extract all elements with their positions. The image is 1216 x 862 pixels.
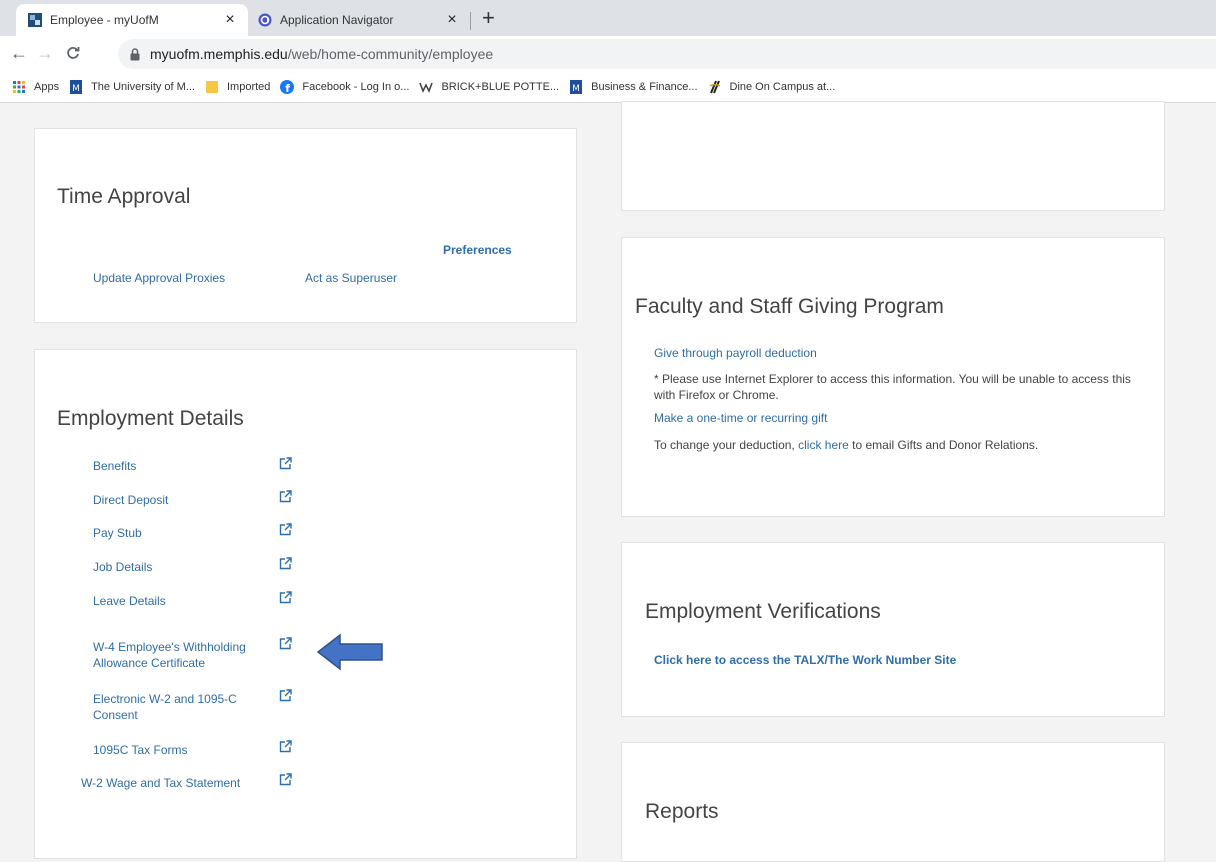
url-host: myuofm.memphis.edu bbox=[150, 46, 288, 62]
update-approval-proxies-link[interactable]: Update Approval Proxies bbox=[93, 271, 225, 285]
tab-employee-myuofm[interactable]: Employee - myUofM × bbox=[16, 4, 248, 36]
external-link-icon[interactable] bbox=[279, 773, 292, 786]
bookmark-label: Imported bbox=[227, 81, 271, 93]
electronic-w2-link-line1[interactable]: Electronic W-2 and 1095-C bbox=[93, 692, 237, 706]
svg-text:f: f bbox=[286, 82, 291, 94]
external-link-icon[interactable] bbox=[279, 689, 292, 702]
direct-deposit-link[interactable]: Direct Deposit bbox=[93, 493, 168, 507]
giving-program-card: Faculty and Staff Giving Program Give th… bbox=[621, 237, 1165, 517]
change-prefix: To change your deduction, bbox=[654, 438, 795, 452]
change-deduction-text: To change your deduction, click here to … bbox=[654, 437, 1038, 453]
bookmark-label: Business & Finance... bbox=[591, 81, 698, 93]
external-link-icon[interactable] bbox=[279, 740, 292, 753]
uofm-icon: M bbox=[570, 80, 583, 94]
tab-title: Employee - myUofM bbox=[50, 13, 159, 27]
tab-separator bbox=[470, 12, 471, 30]
pay-stub-link[interactable]: Pay Stub bbox=[93, 526, 142, 540]
myuofm-favicon-icon bbox=[28, 13, 42, 27]
employment-details-card: Employment Details Benefits Direct Depos… bbox=[34, 349, 577, 859]
new-tab-plus-icon[interactable]: + bbox=[482, 6, 495, 30]
top-right-card bbox=[621, 101, 1165, 211]
reload-icon[interactable] bbox=[62, 42, 84, 64]
brick-blue-icon bbox=[419, 82, 434, 93]
browser-tab-bar: Employee - myUofM × Application Navigato… bbox=[0, 0, 1216, 36]
dine-icon bbox=[709, 80, 720, 94]
1095c-tax-forms-link[interactable]: 1095C Tax Forms bbox=[93, 743, 187, 757]
back-arrow-icon[interactable]: ← bbox=[8, 42, 30, 64]
external-link-icon[interactable] bbox=[279, 457, 292, 470]
one-time-gift-link[interactable]: Make a one-time or recurring gift bbox=[654, 411, 827, 425]
bookmark-brick-blue[interactable]: BRICK+BLUE POTTE... bbox=[419, 80, 559, 94]
reports-card: Reports bbox=[621, 742, 1165, 862]
employment-details-title: Employment Details bbox=[57, 407, 244, 430]
electronic-w2-link-line2[interactable]: Consent bbox=[93, 708, 138, 722]
folder-icon bbox=[206, 81, 218, 93]
address-bar[interactable]: myuofm.memphis.edu/web/home-community/em… bbox=[118, 39, 1216, 69]
uofm-icon: M bbox=[70, 80, 83, 94]
job-details-link[interactable]: Job Details bbox=[93, 560, 152, 574]
act-as-superuser-link[interactable]: Act as Superuser bbox=[305, 271, 397, 285]
facebook-icon: f bbox=[280, 80, 295, 94]
url-path: /web/home-community/employee bbox=[287, 46, 494, 62]
bookmark-apps[interactable]: Apps bbox=[12, 80, 59, 94]
svg-text:M: M bbox=[572, 84, 580, 94]
giving-program-title: Faculty and Staff Giving Program bbox=[635, 295, 944, 318]
time-approval-card: Time Approval Preferences Update Approva… bbox=[34, 128, 577, 323]
benefits-link[interactable]: Benefits bbox=[93, 459, 136, 473]
reports-title: Reports bbox=[645, 800, 719, 823]
browser-toolbar: ← → myuofm.memphis.edu/web/home-communit… bbox=[0, 36, 1216, 72]
employment-verifications-title: Employment Verifications bbox=[645, 600, 881, 623]
bookmark-facebook[interactable]: f Facebook - Log In o... bbox=[280, 80, 409, 94]
talx-work-number-link[interactable]: Click here to access the TALX/The Work N… bbox=[654, 653, 956, 667]
browser-note-line2: with Firefox or Chrome. bbox=[654, 388, 779, 402]
bookmark-imported-folder[interactable]: Imported bbox=[205, 80, 270, 94]
apps-grid-icon bbox=[13, 81, 25, 93]
bookmark-dine-on-campus[interactable]: Dine On Campus at... bbox=[708, 80, 836, 94]
lock-icon bbox=[130, 47, 140, 60]
external-link-icon[interactable] bbox=[279, 591, 292, 604]
bookmarks-bar: Apps M The University of M... Imported f… bbox=[0, 72, 1216, 103]
external-link-icon[interactable] bbox=[279, 490, 292, 503]
preferences-link[interactable]: Preferences bbox=[443, 243, 512, 257]
tab-application-navigator[interactable]: Application Navigator × bbox=[246, 4, 470, 36]
w2-wage-tax-statement-link[interactable]: W-2 Wage and Tax Statement bbox=[81, 776, 240, 790]
bookmark-label: The University of M... bbox=[91, 81, 195, 93]
leave-details-link[interactable]: Leave Details bbox=[93, 594, 166, 608]
page-content: Time Approval Preferences Update Approva… bbox=[0, 101, 1216, 862]
change-suffix: to email Gifts and Donor Relations. bbox=[852, 438, 1039, 452]
click-here-email-link[interactable]: click here bbox=[798, 438, 849, 452]
close-tab-icon[interactable]: × bbox=[220, 11, 240, 29]
time-approval-title: Time Approval bbox=[57, 185, 191, 208]
browser-note-line1: * Please use Internet Explorer to access… bbox=[654, 372, 1131, 386]
tab-title: Application Navigator bbox=[280, 13, 394, 27]
external-link-icon[interactable] bbox=[279, 557, 292, 570]
application-navigator-icon bbox=[258, 13, 272, 27]
close-tab-icon[interactable]: × bbox=[442, 11, 462, 29]
bookmark-label: BRICK+BLUE POTTE... bbox=[441, 81, 560, 93]
external-link-icon[interactable] bbox=[279, 637, 292, 650]
bookmark-label: Dine On Campus at... bbox=[729, 81, 836, 93]
employment-verifications-card: Employment Verifications Click here to a… bbox=[621, 542, 1165, 717]
forward-arrow-icon[interactable]: → bbox=[34, 42, 56, 64]
svg-text:M: M bbox=[72, 84, 80, 94]
external-link-icon[interactable] bbox=[279, 523, 292, 536]
w4-link-line1[interactable]: W-4 Employee's Withholding bbox=[93, 640, 246, 654]
bookmark-label: Facebook - Log In o... bbox=[302, 81, 410, 93]
scrollbar-track[interactable] bbox=[1185, 103, 1216, 843]
annotation-arrow-left-icon bbox=[316, 633, 383, 671]
w4-link-line2[interactable]: Allowance Certificate bbox=[93, 656, 205, 670]
bookmark-label: Apps bbox=[34, 81, 60, 93]
payroll-deduction-link[interactable]: Give through payroll deduction bbox=[654, 346, 817, 360]
url-text: myuofm.memphis.edu/web/home-community/em… bbox=[150, 46, 493, 62]
bookmark-university-of-memphis[interactable]: M The University of M... bbox=[69, 80, 195, 94]
bookmark-business-finance[interactable]: M Business & Finance... bbox=[569, 80, 698, 94]
